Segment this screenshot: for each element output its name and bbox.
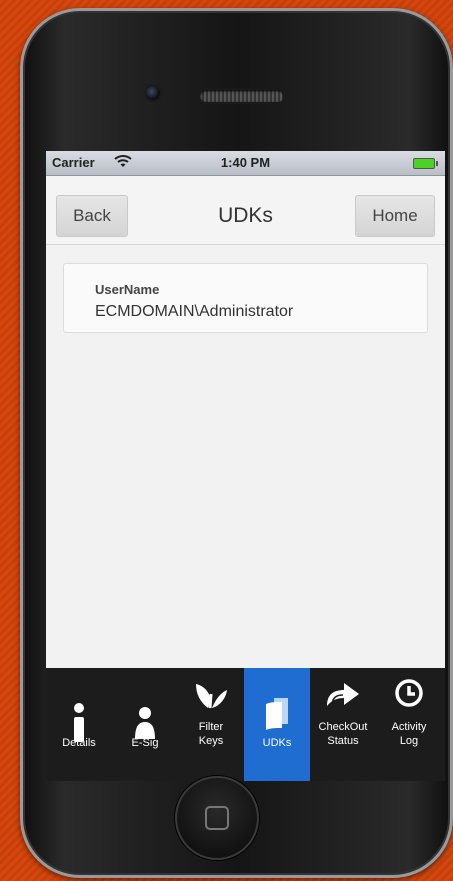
tab-e-sig[interactable]: E-Sig [112, 668, 178, 781]
tab-label: Filter [198, 721, 224, 733]
filter-keys-icon [196, 684, 227, 709]
phone-screen: Carrier 1:40 PM Back UDKs Home UserName … [46, 151, 445, 781]
phone-frame: Carrier 1:40 PM Back UDKs Home UserName … [20, 8, 453, 878]
udk-field-card[interactable]: UserName ECMDOMAIN\Administrator [63, 263, 428, 333]
username-label: UserName [95, 282, 160, 297]
tab-udks[interactable]: UDKs [244, 668, 310, 781]
camera-icon [146, 86, 160, 100]
speaker-grille [200, 90, 284, 102]
phone-home-button[interactable] [175, 776, 259, 860]
tab-label: Keys [198, 735, 224, 747]
battery-icon [413, 158, 438, 169]
tab-label: Status [327, 735, 359, 747]
clock-icon [395, 679, 423, 707]
udk-list: UserName ECMDOMAIN\Administrator [46, 245, 445, 668]
username-value: ECMDOMAIN\Administrator [95, 303, 294, 320]
tab-label: CheckOut [318, 721, 368, 733]
tab-checkout-status[interactable]: CheckOut Status [310, 668, 376, 781]
tab-label: UDKs [262, 737, 292, 749]
tab-label: E-Sig [131, 737, 159, 749]
tab-label: Activity [391, 721, 427, 733]
tab-details[interactable]: Details [46, 668, 112, 781]
home-square-icon [205, 806, 229, 830]
tab-activity-log[interactable]: Activity Log [376, 668, 442, 781]
back-button[interactable]: Back [56, 195, 128, 237]
home-button[interactable]: Home [355, 195, 435, 237]
tab-bar: Details E-Sig Filter Keys UDKs CheckOut … [46, 668, 445, 781]
status-bar: Carrier 1:40 PM [46, 151, 445, 176]
status-time: 1:40 PM [220, 155, 271, 170]
person-icon [135, 707, 155, 739]
documents-icon [266, 698, 288, 730]
tab-filter-keys[interactable]: Filter Keys [178, 668, 244, 781]
nav-bar: Back UDKs Home [46, 176, 445, 245]
page-title: UDKs [218, 204, 273, 227]
share-arrow-icon [327, 683, 359, 706]
tab-label: Details [62, 737, 96, 749]
tab-label: Log [399, 735, 419, 747]
